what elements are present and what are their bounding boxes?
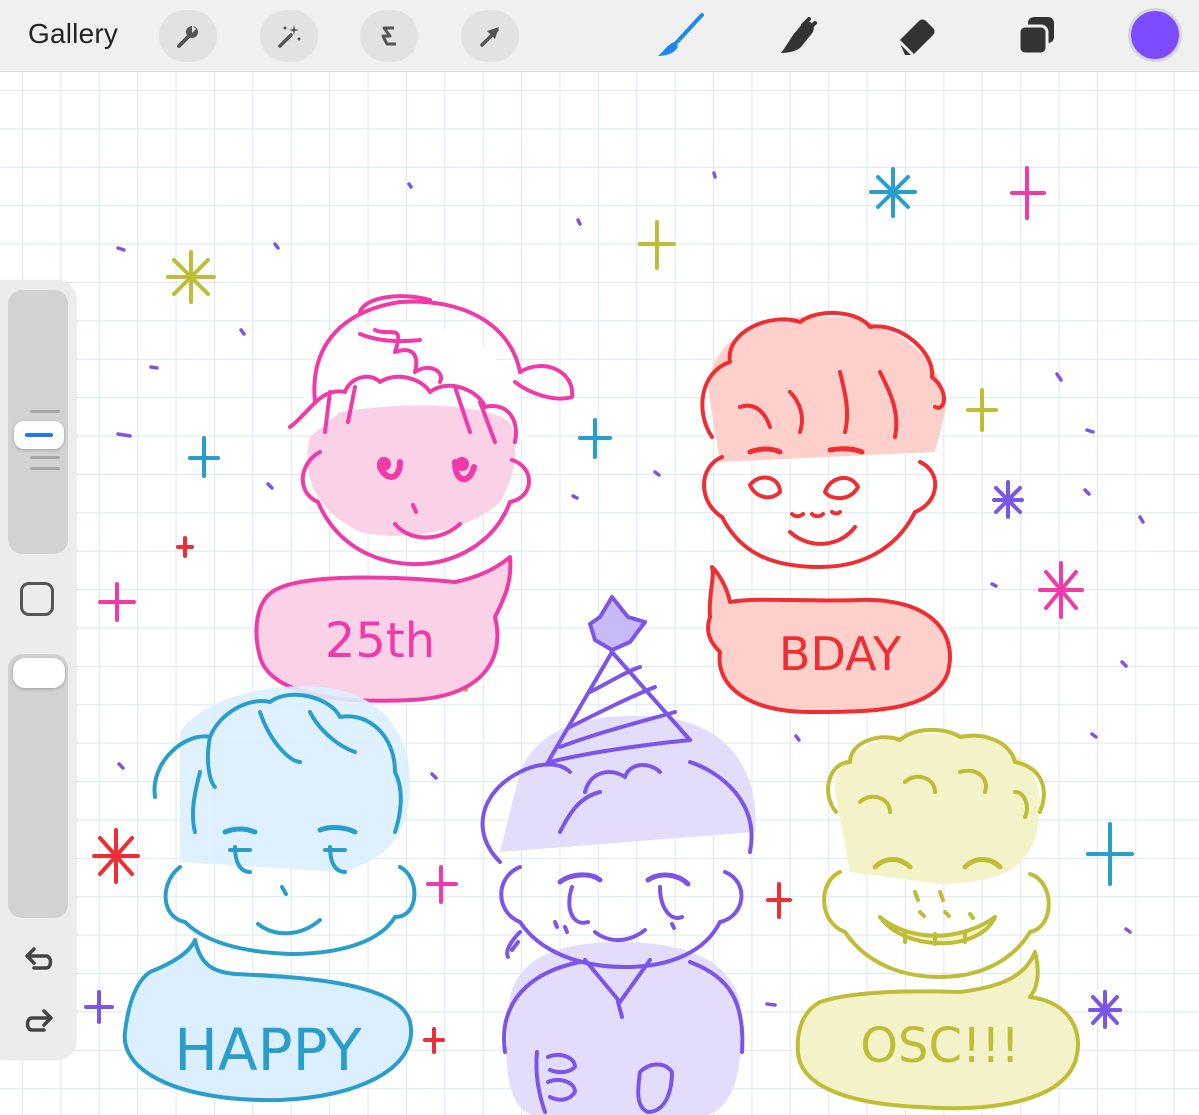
actions-button[interactable] [159,10,217,62]
selection-button[interactable] [360,10,418,62]
eraser-icon [897,19,935,57]
artwork: 25th BDAY HAPPY OSC!!! [84,166,1145,1115]
top-toolbar: Gallery [0,0,1199,72]
red-speech-bubble: BDAY [706,565,952,714]
arrow-cursor-icon [480,27,499,47]
smudge-tool-button[interactable] [768,10,828,62]
pink-speech-bubble: 25th [254,555,513,703]
magic-wand-icon [278,25,301,48]
undo-button[interactable] [20,940,58,978]
selection-s-icon [381,26,396,46]
smudge-finger-icon [781,17,817,53]
olive-bubble-text: OSC!!! [860,1018,1020,1074]
opacity-handle[interactable] [13,658,65,688]
pink-bubble-text: 25th [325,613,435,669]
redo-arrow-icon [25,1009,53,1032]
paintbrush-icon [658,13,704,56]
transform-button[interactable] [461,10,519,62]
undo-arrow-icon [25,947,53,970]
square-modify-icon[interactable] [20,582,54,616]
drawing-canvas[interactable]: 25th BDAY HAPPY OSC!!! [0,72,1199,1115]
blue-bubble-text: HAPPY [174,1016,362,1084]
brush-size-slider[interactable] [8,290,68,554]
size-tick [30,467,60,470]
red-character [700,310,946,569]
confetti-specks [116,171,1145,1007]
olive-character [822,727,1051,979]
layers-button[interactable] [1006,10,1066,62]
blue-character [152,686,417,956]
red-bubble-text: BDAY [779,627,902,681]
brush-size-handle[interactable] [14,421,64,449]
adjustments-button[interactable] [260,10,318,62]
size-tick [30,456,60,459]
redo-button[interactable] [20,1002,58,1040]
blue-speech-bubble: HAPPY [122,938,414,1103]
side-panel [0,280,76,1060]
size-tick [30,410,60,413]
brush-tool-button[interactable] [650,10,710,62]
purple-character [480,595,756,1115]
layers-icon [1017,17,1054,56]
wrench-icon [177,25,198,48]
pink-character [288,294,575,567]
opacity-slider[interactable] [8,654,68,918]
eraser-tool-button[interactable] [886,10,946,62]
gallery-button[interactable]: Gallery [28,18,118,50]
color-picker-button[interactable] [1128,8,1182,62]
active-indicator [25,433,53,437]
